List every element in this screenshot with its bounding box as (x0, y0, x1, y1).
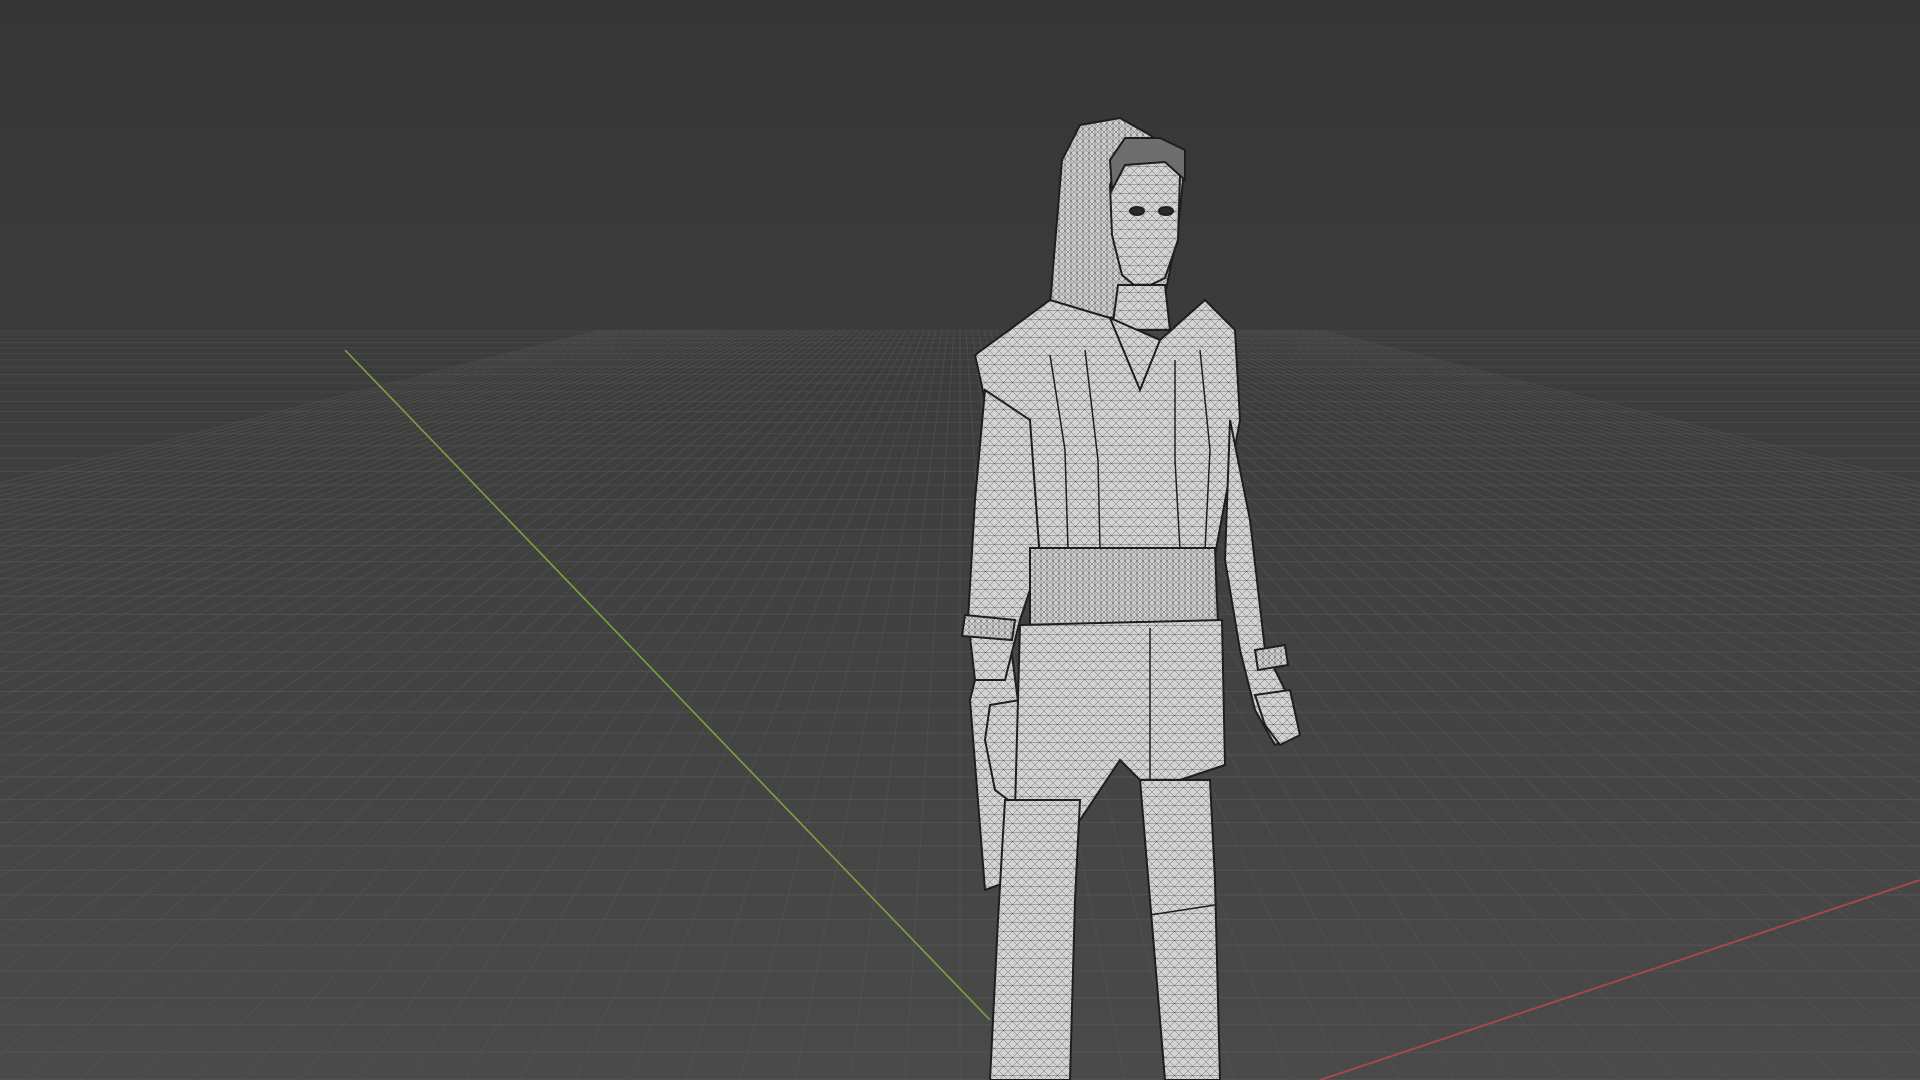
cuff-left (960, 613, 1017, 642)
eye-left (1129, 206, 1145, 216)
leg-left (988, 799, 1082, 1080)
eye-right (1158, 206, 1174, 216)
viewport-canvas[interactable] (0, 0, 1920, 1080)
cuff-right (1253, 643, 1290, 672)
belt-sash (1029, 547, 1220, 632)
3d-viewport[interactable] (0, 0, 1920, 1080)
